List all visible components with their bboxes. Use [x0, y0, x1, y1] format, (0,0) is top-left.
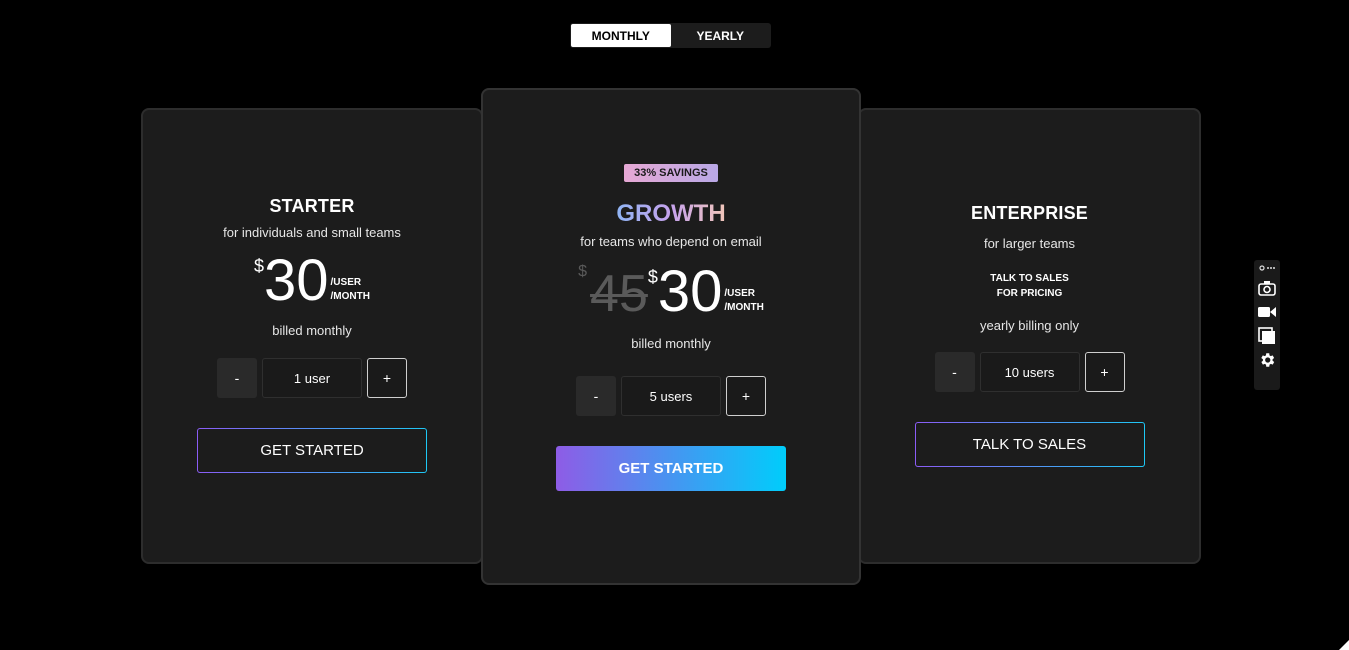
growth-price-amount: 30 — [657, 259, 723, 324]
starter-user-count: 1 user — [262, 358, 362, 398]
starter-per-month: /MONTH — [330, 291, 370, 302]
link-more-icon[interactable] — [1259, 264, 1275, 276]
starter-plan-card: STARTER for individuals and small teams … — [141, 108, 483, 564]
window-icon[interactable] — [1256, 324, 1278, 348]
starter-plan-subtitle: for individuals and small teams — [223, 225, 401, 240]
enterprise-billing-note: yearly billing only — [980, 318, 1079, 333]
video-icon[interactable] — [1256, 300, 1278, 324]
growth-price-unit: /USER /MONTH — [724, 287, 763, 315]
talk-to-sales-button[interactable]: TALK TO SALES — [915, 422, 1145, 467]
growth-old-price: 45 — [590, 265, 648, 323]
starter-per-user: /USER — [330, 277, 362, 288]
starter-plan-name: STARTER — [269, 196, 355, 216]
growth-decrement-button[interactable]: - — [576, 376, 616, 416]
growth-billing-note: billed monthly — [631, 336, 711, 351]
enterprise-plan-subtitle: for larger teams — [983, 236, 1076, 251]
enterprise-talk-line2: FOR PRICING — [996, 288, 1063, 299]
camera-icon[interactable] — [1256, 276, 1278, 300]
enterprise-talk-line1: TALK TO SALES — [990, 273, 1069, 284]
gear-icon[interactable] — [1256, 348, 1278, 372]
growth-price: $ 45 $ 30 /USER /MONTH — [483, 259, 859, 324]
growth-plan-name: GROWTH — [616, 200, 726, 227]
growth-plan-subtitle: for teams who depend on email — [580, 234, 762, 249]
enterprise-user-stepper: - 10 users + — [860, 352, 1199, 392]
starter-billing-note: billed monthly — [272, 323, 352, 338]
enterprise-plan-card: ENTERPRISE for larger teams TALK TO SALE… — [858, 108, 1201, 564]
billing-toggle: MONTHLY YEARLY — [570, 23, 771, 48]
starter-currency: $ — [254, 256, 265, 276]
starter-increment-button[interactable]: + — [367, 358, 407, 398]
growth-user-stepper: - 5 users + — [483, 376, 859, 416]
starter-user-stepper: - 1 user + — [143, 358, 481, 398]
growth-per-user: /USER — [724, 288, 755, 299]
window-corner — [1339, 640, 1349, 650]
growth-increment-button[interactable]: + — [726, 376, 766, 416]
growth-old-currency: $ — [578, 263, 588, 280]
growth-currency: $ — [647, 267, 658, 287]
monthly-toggle-button[interactable]: MONTHLY — [571, 24, 671, 47]
savings-badge: 33% SAVINGS — [624, 164, 718, 182]
starter-decrement-button[interactable]: - — [217, 358, 257, 398]
starter-get-started-button[interactable]: GET STARTED — [197, 428, 427, 473]
growth-plan-card: 33% SAVINGS GROWTH for teams who depend … — [481, 88, 861, 585]
starter-price: $ 30 /USER /MONTH — [143, 252, 481, 310]
growth-get-started-button[interactable]: GET STARTED — [556, 446, 786, 491]
starter-price-unit: /USER /MONTH — [331, 276, 370, 304]
growth-user-count: 5 users — [621, 376, 721, 416]
enterprise-user-count: 10 users — [979, 352, 1080, 392]
growth-per-month: /MONTH — [724, 302, 764, 313]
starter-price-amount: 30 — [264, 248, 329, 313]
enterprise-decrement-button[interactable]: - — [934, 352, 975, 392]
enterprise-increment-button[interactable]: + — [1084, 352, 1125, 392]
enterprise-pricing-note: TALK TO SALES FOR PRICING — [860, 271, 1199, 301]
enterprise-plan-name: ENTERPRISE — [970, 203, 1089, 223]
floating-toolbar — [1254, 260, 1280, 390]
yearly-toggle-button[interactable]: YEARLY — [671, 24, 771, 47]
